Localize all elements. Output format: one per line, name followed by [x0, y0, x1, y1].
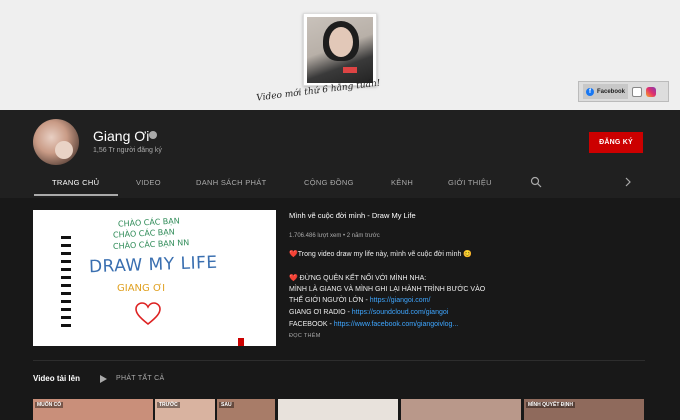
upload-thumbnail-1[interactable]: MUỐN CÓ [33, 399, 153, 420]
tab-videos[interactable]: VIDEO [136, 178, 161, 187]
facebook-icon: f [586, 87, 594, 96]
banner-polaroid-photo [303, 13, 377, 86]
subscriber-count: 1,56 Tr người đăng ký [93, 147, 162, 154]
description-line-3: MÌNH LÀ GIANG VÀ MÌNH GHI LẠI HÀNH TRÌNH… [289, 286, 486, 293]
description-line-5: GIANG ƠI RADIO - https://soundcloud.com/… [289, 309, 449, 316]
tab-about[interactable]: GIỚI THIỆU [448, 178, 492, 187]
subscribe-button[interactable]: ĐĂNG KÝ [589, 132, 643, 153]
upload-thumbnail-4[interactable] [278, 399, 398, 420]
tab-community[interactable]: CỘNG ĐỒNG [304, 178, 354, 187]
soundcloud-icon[interactable] [632, 86, 643, 97]
avatar[interactable] [33, 119, 79, 165]
chevron-right-icon[interactable] [624, 177, 632, 187]
facebook-link[interactable]: f Facebook [583, 84, 629, 99]
description-line-4: THẾ GIỚI NGƯỜI LỚN - https://giangoi.com… [289, 297, 431, 304]
tab-channels[interactable]: KÊNH [391, 178, 413, 187]
upload-thumbnail-2[interactable]: TRƯỚC [155, 399, 215, 420]
marker-pens-image [61, 236, 71, 327]
facebook-label: Facebook [597, 88, 626, 95]
tab-home[interactable]: TRANG CHỦ [52, 178, 99, 187]
thumb-text-2: CHÀO CÁC BẠN [112, 227, 175, 240]
channel-header: Giang Ơi 1,56 Tr người đăng ký ĐĂNG KÝ T… [0, 110, 680, 198]
channel-banner: Video mới thứ 6 hằng tuần! f Facebook [0, 0, 680, 110]
play-icon[interactable] [100, 375, 107, 383]
thumb-text-draw-my-life: DRAW MY LIFE [88, 252, 218, 278]
progress-marker [238, 338, 244, 346]
social-links: f Facebook [578, 81, 669, 102]
description-line-2: ❤️ ĐỪNG QUÊN KẾT NỐI VỚI MÌNH NHA: [289, 275, 427, 282]
read-more-link[interactable]: ĐỌC THÊM [289, 333, 321, 339]
soundcloud-link[interactable]: https://soundcloud.com/giangoi [352, 309, 449, 316]
featured-video-thumbnail[interactable]: CHÀO CÁC BẠN CHÀO CÁC BẠN CHÀO CÁC BẠN N… [33, 210, 276, 346]
instagram-icon[interactable] [646, 86, 657, 97]
play-all-button[interactable]: PHÁT TẤT CẢ [116, 375, 164, 382]
channel-tabs: TRANG CHỦ VIDEO DANH SÁCH PHÁT CỘNG ĐỒNG… [34, 174, 644, 198]
website-link[interactable]: https://giangoi.com/ [370, 297, 431, 304]
heart-icon [135, 302, 161, 326]
section-divider [33, 360, 645, 361]
search-icon[interactable] [530, 176, 542, 188]
upload-thumbnail-3[interactable]: SAU [217, 399, 275, 420]
thumb-text-3: CHÀO CÁC BẠN NN [112, 238, 190, 251]
upload-thumbnail-6[interactable]: MÌNH QUYẾT ĐỊNH [524, 399, 644, 420]
facebook-page-link[interactable]: https://www.facebook.com/giangoivlog... [334, 321, 459, 328]
featured-video-title[interactable]: Mình vẽ cuộc đời mình - Draw My Life [289, 211, 416, 220]
tab-playlists[interactable]: DANH SÁCH PHÁT [196, 178, 266, 187]
upload-thumbnail-5[interactable] [401, 399, 521, 420]
active-tab-indicator [34, 194, 118, 196]
description-line-1: ❤️Trong video draw my life này, mình vẽ … [289, 251, 473, 258]
channel-name[interactable]: Giang Ơi [93, 128, 149, 144]
verified-icon [149, 131, 157, 139]
thumb-text-giang-oi: GIANG ƠI [117, 283, 166, 294]
description-line-6: FACEBOOK - https://www.facebook.com/gian… [289, 321, 459, 328]
featured-video-meta: 1.706.486 lượt xem • 2 năm trước [289, 233, 380, 239]
uploads-section-title[interactable]: Video tải lên [33, 374, 80, 383]
